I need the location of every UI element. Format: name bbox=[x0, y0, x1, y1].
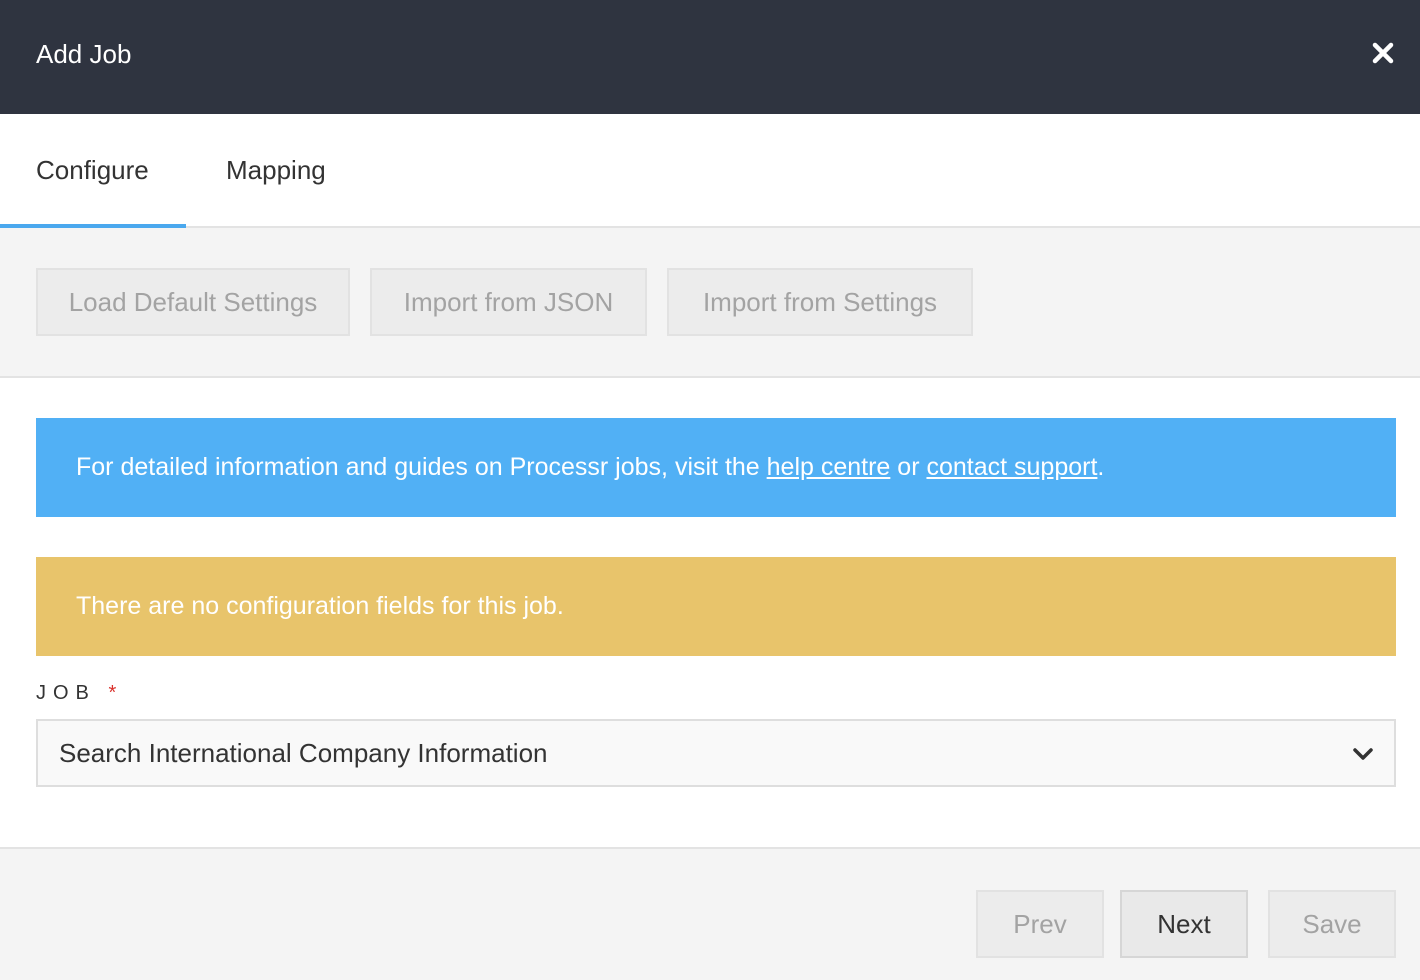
info-text-after: . bbox=[1097, 453, 1105, 481]
tab-bar: Configure Mapping bbox=[0, 114, 1420, 228]
info-banner: For detailed information and guides on P… bbox=[36, 418, 1396, 517]
warning-banner: There are no configuration fields for th… bbox=[36, 557, 1396, 656]
modal-footer: Prev Next Save bbox=[0, 847, 1420, 980]
warning-text: There are no configuration fields for th… bbox=[76, 592, 564, 620]
job-select-value: Search International Company Information bbox=[59, 738, 548, 768]
next-button[interactable]: Next bbox=[1120, 890, 1248, 958]
settings-toolbar: Load Default Settings Import from JSON I… bbox=[0, 228, 1420, 378]
modal-title: Add Job bbox=[36, 39, 132, 69]
contact-support-link[interactable]: contact support bbox=[926, 453, 1097, 481]
info-text-middle: or bbox=[890, 453, 927, 481]
job-label-text: JOB bbox=[36, 682, 96, 704]
help-centre-link[interactable]: help centre bbox=[767, 453, 891, 481]
import-from-json-button[interactable]: Import from JSON bbox=[370, 268, 647, 336]
chevron-down-icon bbox=[1353, 748, 1373, 760]
save-button[interactable]: Save bbox=[1268, 890, 1396, 958]
modal-header: Add Job bbox=[0, 0, 1420, 114]
tab-configure[interactable]: Configure bbox=[0, 114, 186, 226]
job-field-label: JOB * bbox=[36, 678, 116, 708]
job-select[interactable]: Search International Company Information bbox=[36, 719, 1396, 787]
close-icon[interactable] bbox=[1366, 36, 1400, 70]
prev-button[interactable]: Prev bbox=[976, 890, 1104, 958]
load-default-settings-button[interactable]: Load Default Settings bbox=[36, 268, 350, 336]
import-from-settings-button[interactable]: Import from Settings bbox=[667, 268, 973, 336]
required-marker: * bbox=[108, 682, 117, 704]
info-text-before: For detailed information and guides on P… bbox=[76, 453, 767, 481]
tab-mapping[interactable]: Mapping bbox=[186, 114, 366, 226]
